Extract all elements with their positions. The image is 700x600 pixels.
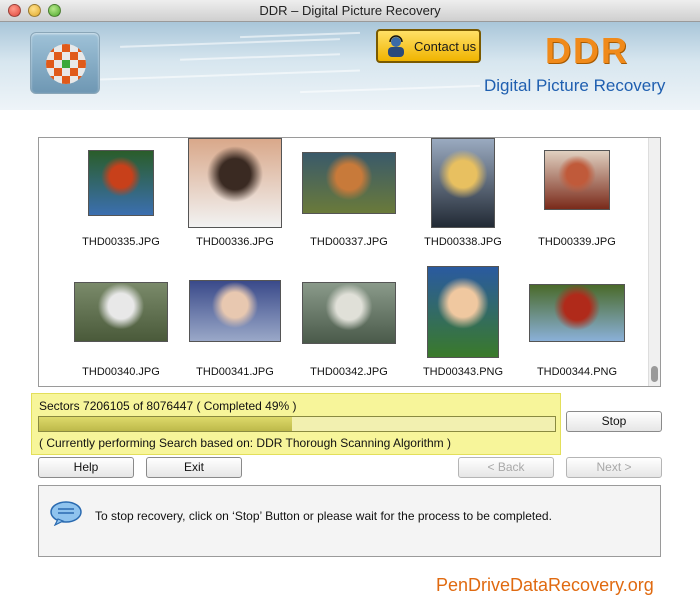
progress-bar-fill: [39, 417, 292, 431]
zoom-window-icon[interactable]: [48, 4, 61, 17]
title-bar: DDR – Digital Picture Recovery: [0, 0, 700, 22]
thumbnail-filename: THD00344.PNG: [536, 366, 618, 378]
next-button[interactable]: Next >: [566, 457, 662, 478]
thumbnail-image[interactable]: [427, 266, 499, 358]
progress-bar: [38, 416, 556, 432]
speech-bubble-icon: [50, 501, 82, 526]
thumbnail-item[interactable]: THD00342.JPG: [293, 138, 405, 386]
thumbnail-image[interactable]: [302, 282, 396, 344]
support-person-icon: [388, 35, 404, 57]
thumbnail-filename: THD00343.PNG: [422, 366, 504, 378]
header-banner: Contact us DDR Digital Picture Recovery: [0, 22, 700, 110]
back-button[interactable]: < Back: [458, 457, 554, 478]
thumbnail-filename: THD00342.JPG: [310, 366, 388, 378]
sectors-status-text: Sectors 7206105 of 8076447 ( Completed 4…: [39, 399, 297, 413]
thumbnail-image[interactable]: [189, 280, 281, 342]
minimize-window-icon[interactable]: [28, 4, 41, 17]
scan-progress-panel: Sectors 7206105 of 8076447 ( Completed 4…: [31, 393, 561, 455]
window-title: DDR – Digital Picture Recovery: [259, 3, 441, 18]
info-message-text: To stop recovery, click on ‘Stop’ Button…: [95, 509, 552, 523]
thumbnail-item[interactable]: THD00340.JPG: [65, 138, 177, 386]
thumbnail-image[interactable]: [529, 284, 625, 342]
thumbnail-item[interactable]: THD00344.PNG: [521, 138, 633, 386]
algorithm-status-text: ( Currently performing Search based on: …: [39, 436, 451, 450]
stop-button[interactable]: Stop: [566, 411, 662, 432]
thumbnail-image[interactable]: [74, 282, 168, 342]
app-logo: [30, 32, 100, 94]
scrollbar-thumb[interactable]: [651, 366, 658, 382]
exit-button[interactable]: Exit: [146, 457, 242, 478]
close-window-icon[interactable]: [8, 4, 21, 17]
contact-us-label: Contact us: [414, 38, 477, 54]
thumbnail-item[interactable]: THD00341.JPG: [179, 138, 291, 386]
thumbnail-item[interactable]: THD00343.PNG: [407, 138, 519, 386]
vertical-scrollbar[interactable]: [648, 138, 660, 386]
checker-ball-icon: [46, 44, 86, 84]
help-button[interactable]: Help: [38, 457, 134, 478]
thumbnail-filename: THD00340.JPG: [82, 366, 160, 378]
thumbnail-filename: THD00341.JPG: [196, 366, 274, 378]
contact-us-button[interactable]: Contact us: [376, 29, 481, 63]
product-name: Digital Picture Recovery: [484, 76, 666, 95]
info-message-box: To stop recovery, click on ‘Stop’ Button…: [38, 485, 661, 557]
recovered-thumbnails-panel[interactable]: THD00335.JPG THD00336.JPG THD00337.JPG THD0…: [38, 137, 661, 387]
brand-logo-text: DDR: [545, 30, 629, 71]
website-watermark: PenDriveDataRecovery.org: [436, 575, 654, 595]
